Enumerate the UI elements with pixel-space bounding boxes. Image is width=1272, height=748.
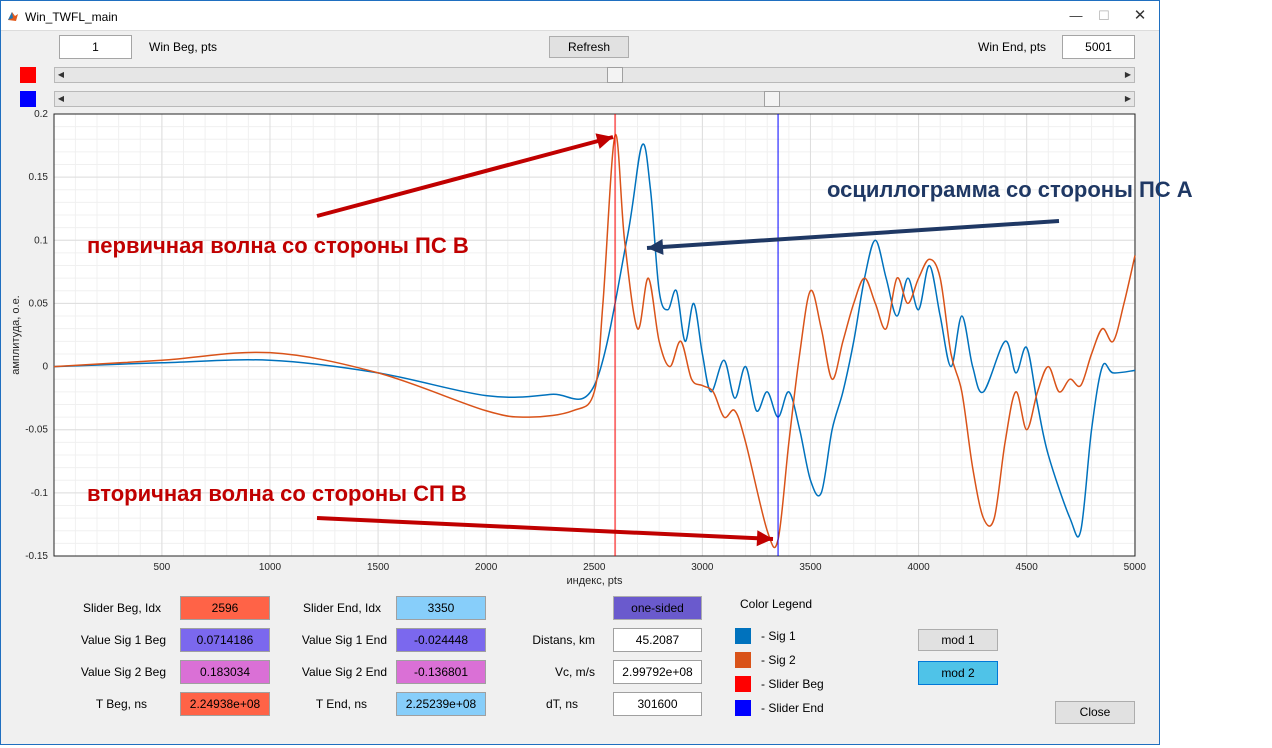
signal-plot: 500 1000 1500 2000 2500 3000 3500 4000 4500 5000 -… bbox=[10, 109, 1147, 587]
y-tick-label: 0.05 bbox=[29, 298, 49, 309]
legend-label-slider-beg: - Slider Beg bbox=[761, 677, 824, 691]
dt-value: 301600 bbox=[613, 692, 702, 716]
legend-label-slider-end: - Slider End bbox=[761, 701, 824, 715]
close-button[interactable]: Close bbox=[1055, 701, 1135, 724]
x-axis-label: индекс, pts bbox=[567, 575, 623, 587]
y-tick-label: -0.05 bbox=[25, 425, 48, 436]
y-axis-label: амплитуда, о.е. bbox=[10, 295, 22, 375]
distans-label: Distans, km bbox=[532, 633, 595, 647]
x-tick-label: 2500 bbox=[583, 562, 606, 573]
annotation-oscillogram: осциллограмма со стороны ПС А bbox=[827, 177, 1193, 202]
x-tick-label: 2000 bbox=[475, 562, 498, 573]
x-tick-label: 5000 bbox=[1124, 562, 1147, 573]
slider-end-idx-label: Slider End, Idx bbox=[302, 601, 381, 615]
vc-label: Vc, m/s bbox=[554, 665, 595, 679]
color-legend-title: Color Legend bbox=[740, 597, 813, 611]
value-sig2-end-label: Value Sig 2 End bbox=[301, 665, 387, 679]
value-sig2-end-value: -0.136801 bbox=[396, 660, 486, 684]
distans-value: 45.2087 bbox=[613, 628, 702, 652]
annotation-secondary-wave: вторичная волна со стороны СП В bbox=[87, 481, 467, 506]
slider-beg-idx-value: 2596 bbox=[180, 596, 270, 620]
legend-label-sig2: - Sig 2 bbox=[761, 653, 796, 667]
y-tick-label: -0.1 bbox=[31, 488, 49, 499]
x-tick-label: 3000 bbox=[691, 562, 714, 573]
slider-beg-idx-label: Slider Beg, Idx bbox=[82, 601, 161, 615]
t-end-value: 2.25239e+08 bbox=[396, 692, 486, 716]
y-tick-label: 0 bbox=[42, 362, 48, 373]
t-beg-value: 2.24938e+08 bbox=[180, 692, 270, 716]
one-sided-button[interactable]: one-sided bbox=[613, 596, 702, 620]
value-sig1-beg-label: Value Sig 1 Beg bbox=[80, 633, 166, 647]
legend-label-sig1: - Sig 1 bbox=[761, 629, 796, 643]
app-window: Win_TWFL_main — ☐ ✕ 1 Win Beg, pts Refre… bbox=[0, 0, 1193, 745]
value-sig1-beg-value: 0.0714186 bbox=[180, 628, 270, 652]
dt-label: dT, ns bbox=[545, 697, 578, 711]
x-tick-label: 3500 bbox=[799, 562, 822, 573]
y-tick-label: -0.15 bbox=[25, 551, 48, 562]
value-sig2-beg-label: Value Sig 2 Beg bbox=[80, 665, 166, 679]
value-sig1-end-label: Value Sig 1 End bbox=[301, 633, 387, 647]
x-tick-label: 4500 bbox=[1016, 562, 1039, 573]
mod1-button[interactable]: mod 1 bbox=[918, 629, 998, 651]
legend-swatch-slider-beg bbox=[735, 676, 751, 692]
t-end-label: T End, ns bbox=[315, 697, 367, 711]
value-sig2-beg-value: 0.183034 bbox=[180, 660, 270, 684]
x-tick-label: 1000 bbox=[259, 562, 282, 573]
mod2-button[interactable]: mod 2 bbox=[918, 661, 998, 685]
legend-swatch-slider-end bbox=[735, 700, 751, 716]
t-beg-label: T Beg, ns bbox=[95, 697, 147, 711]
y-tick-label: 0.1 bbox=[34, 235, 48, 246]
y-tick-label: 0.15 bbox=[29, 172, 49, 183]
y-tick-label: 0.2 bbox=[34, 109, 48, 120]
legend-swatch-sig2 bbox=[735, 652, 751, 668]
x-tick-label: 500 bbox=[154, 562, 171, 573]
value-sig1-end-value: -0.024448 bbox=[396, 628, 486, 652]
slider-end-idx-value: 3350 bbox=[396, 596, 486, 620]
x-tick-label: 1500 bbox=[367, 562, 390, 573]
vc-value: 2.99792e+08 bbox=[613, 660, 702, 684]
annotation-primary-wave: первичная волна со стороны ПС В bbox=[87, 233, 469, 258]
x-tick-label: 4000 bbox=[907, 562, 930, 573]
legend-swatch-sig1 bbox=[735, 628, 751, 644]
